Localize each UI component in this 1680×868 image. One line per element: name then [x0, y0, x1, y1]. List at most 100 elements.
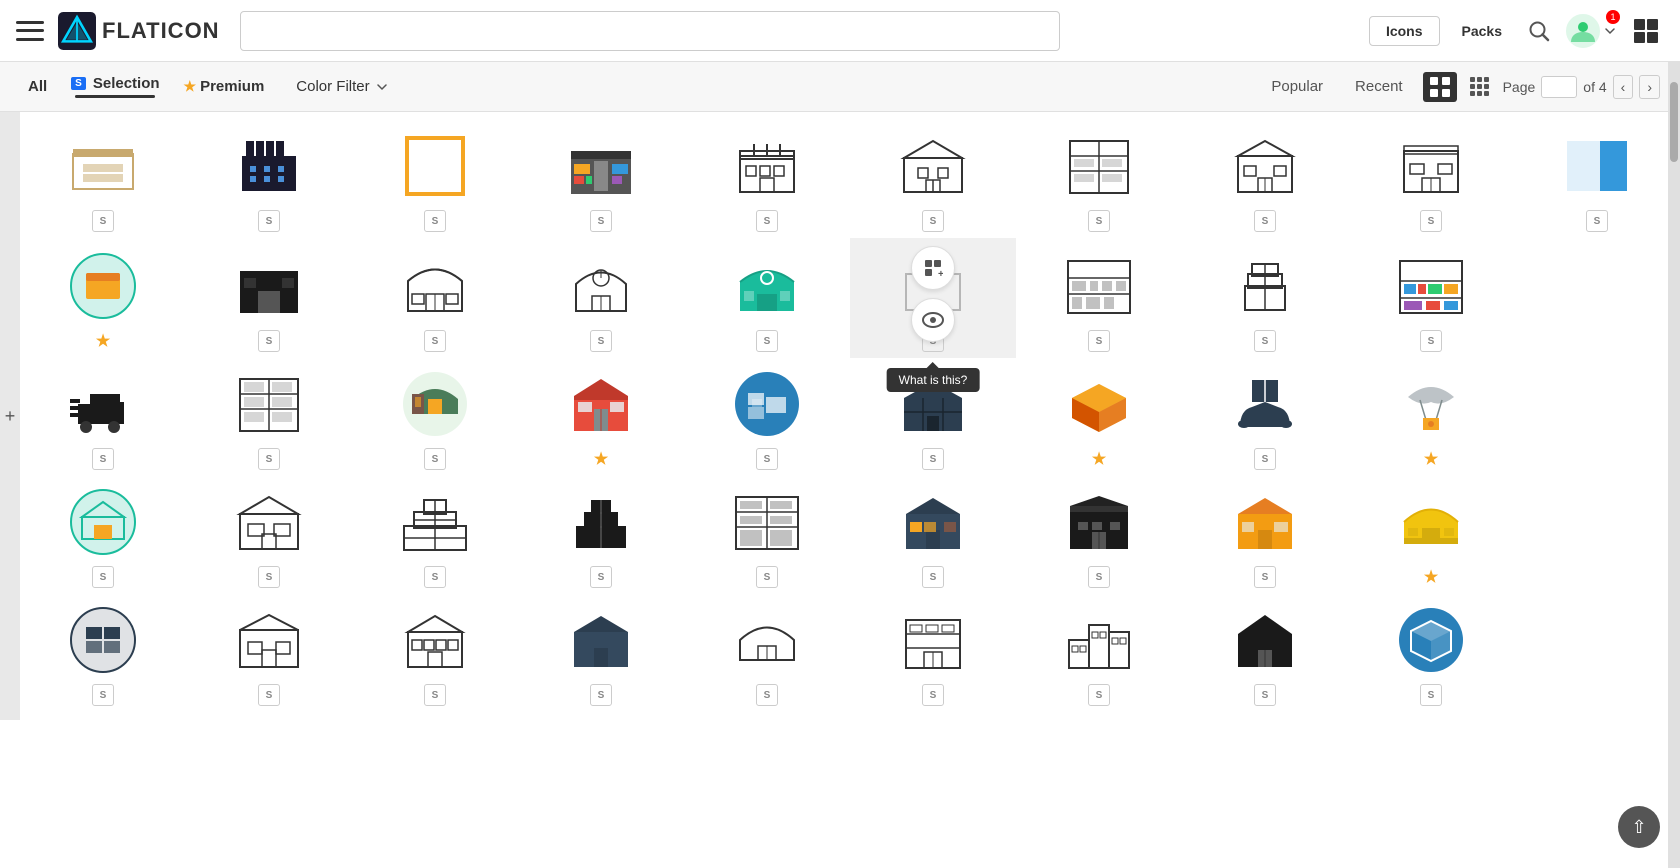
- icon-cell[interactable]: S: [186, 238, 352, 358]
- icon-cell[interactable]: ★: [1016, 358, 1182, 476]
- icon-cell[interactable]: ★: [1348, 476, 1514, 594]
- icon-cell[interactable]: S: [352, 358, 518, 476]
- icon-badge-s: S: [424, 448, 446, 470]
- icon-cell[interactable]: S: [1348, 594, 1514, 712]
- scroll-to-top-button[interactable]: ⇧: [1618, 806, 1660, 848]
- icon-image: [233, 250, 305, 322]
- icon-cell[interactable]: S: [850, 476, 1016, 594]
- tab-recent[interactable]: Recent: [1343, 78, 1415, 95]
- tab-selection[interactable]: S Selection: [63, 75, 167, 92]
- icon-cell[interactable]: ★: [1348, 358, 1514, 476]
- icon-cell[interactable]: S: [684, 120, 850, 238]
- icon-image: [1229, 486, 1301, 558]
- icon-image: [67, 130, 139, 202]
- icon-badge-s: S: [1254, 330, 1276, 352]
- icon-cell[interactable]: S: [352, 238, 518, 358]
- icon-badge-s: S: [590, 210, 612, 232]
- logo-text: FLATICON: [102, 18, 220, 44]
- icon-cell[interactable]: S: [518, 476, 684, 594]
- icon-cell[interactable]: ★: [20, 238, 186, 358]
- icon-cell[interactable]: S: [20, 594, 186, 712]
- icon-cell[interactable]: S: [186, 358, 352, 476]
- icon-image: [233, 368, 305, 440]
- icon-cell[interactable]: S: [850, 594, 1016, 712]
- icon-cell[interactable]: S: [1182, 476, 1348, 594]
- add-to-collection-btn[interactable]: +: [911, 246, 955, 290]
- icon-cell[interactable]: S: [352, 594, 518, 712]
- scrollbar-thumb[interactable]: [1670, 82, 1678, 162]
- logo[interactable]: FLATICON: [58, 12, 220, 50]
- icon-badge-s: S: [756, 330, 778, 352]
- icon-badge-s: S: [258, 684, 280, 706]
- color-filter-button[interactable]: Color Filter: [280, 78, 403, 95]
- preview-btn[interactable]: [911, 298, 955, 342]
- icon-badge-s: S: [258, 566, 280, 588]
- grid-view-btn[interactable]: [1628, 13, 1664, 49]
- chevron-down-icon: [1604, 25, 1616, 37]
- icon-cell-empty: [1514, 238, 1680, 358]
- icon-cell[interactable]: S: [684, 476, 850, 594]
- icon-cell[interactable]: S: [352, 120, 518, 238]
- icon-cell[interactable]: S: [20, 358, 186, 476]
- tab-popular[interactable]: Popular: [1259, 78, 1335, 95]
- icon-cell[interactable]: S: [1182, 120, 1348, 238]
- icon-badge-s: S: [92, 684, 114, 706]
- icon-badge-crown: ★: [92, 330, 114, 352]
- search-input[interactable]: warehouse: [253, 22, 1047, 40]
- scrollbar[interactable]: [1668, 62, 1680, 868]
- icon-badge-crown: ★: [1088, 448, 1110, 470]
- packs-tab-btn[interactable]: Packs: [1452, 17, 1512, 45]
- page-label: Page: [1503, 79, 1536, 95]
- search-button[interactable]: [1524, 16, 1554, 46]
- icons-tab-btn[interactable]: Icons: [1369, 16, 1440, 46]
- icon-cell[interactable]: S: [518, 238, 684, 358]
- hamburger-menu[interactable]: [16, 21, 44, 41]
- icon-image: [731, 604, 803, 676]
- tab-premium[interactable]: ★ Premium: [176, 78, 273, 95]
- icon-cell[interactable]: S: [1016, 594, 1182, 712]
- grid-view-small[interactable]: [1465, 72, 1495, 102]
- icon-cell-hovered[interactable]: + S What is this?: [850, 238, 1016, 358]
- icon-cell[interactable]: S: [20, 476, 186, 594]
- icon-cell[interactable]: S: [684, 358, 850, 476]
- page-input[interactable]: 1: [1541, 76, 1577, 98]
- grid-view-large[interactable]: [1423, 72, 1457, 102]
- icon-cell[interactable]: S: [850, 120, 1016, 238]
- icon-cell[interactable]: S: [20, 120, 186, 238]
- icon-cell[interactable]: S: [1182, 238, 1348, 358]
- next-page-button[interactable]: ›: [1639, 75, 1660, 99]
- icon-badge-s: S: [922, 566, 944, 588]
- header: FLATICON warehouse Icons Packs: [0, 0, 1680, 62]
- icon-image: [67, 604, 139, 676]
- icon-badge-s: S: [922, 448, 944, 470]
- prev-page-button[interactable]: ‹: [1613, 75, 1634, 99]
- icon-cell[interactable]: S: [1348, 238, 1514, 358]
- icon-cell[interactable]: S: [1182, 358, 1348, 476]
- tab-all[interactable]: All: [20, 78, 55, 95]
- icon-image: [1395, 368, 1467, 440]
- icon-cell[interactable]: S: [186, 594, 352, 712]
- icon-cell[interactable]: S: [684, 594, 850, 712]
- icon-badge-crown: ★: [1420, 448, 1442, 470]
- icon-cell[interactable]: S: [186, 476, 352, 594]
- icon-cell[interactable]: S: [352, 476, 518, 594]
- icon-cell[interactable]: S: [1182, 594, 1348, 712]
- chevron-down-icon: [376, 81, 388, 93]
- svg-text:+: +: [938, 269, 943, 278]
- icon-image: [1229, 368, 1301, 440]
- icon-cell[interactable]: S: [684, 238, 850, 358]
- icon-cell[interactable]: S: [1016, 120, 1182, 238]
- icon-cell[interactable]: S: [186, 120, 352, 238]
- icon-badge-s: S: [1254, 210, 1276, 232]
- icon-cell[interactable]: S: [1348, 120, 1514, 238]
- icon-image: [897, 486, 969, 558]
- icon-cell[interactable]: S: [1016, 238, 1182, 358]
- subheader: All S Selection ★ Premium Color Filter P…: [0, 62, 1680, 112]
- sidebar-add-button[interactable]: +: [0, 112, 20, 720]
- icon-badge-s: S: [1088, 684, 1110, 706]
- icon-cell[interactable]: S: [518, 594, 684, 712]
- icon-cell[interactable]: S: [518, 120, 684, 238]
- icon-cell[interactable]: S: [1016, 476, 1182, 594]
- icon-cell[interactable]: S: [1514, 120, 1680, 238]
- icon-cell[interactable]: ★: [518, 358, 684, 476]
